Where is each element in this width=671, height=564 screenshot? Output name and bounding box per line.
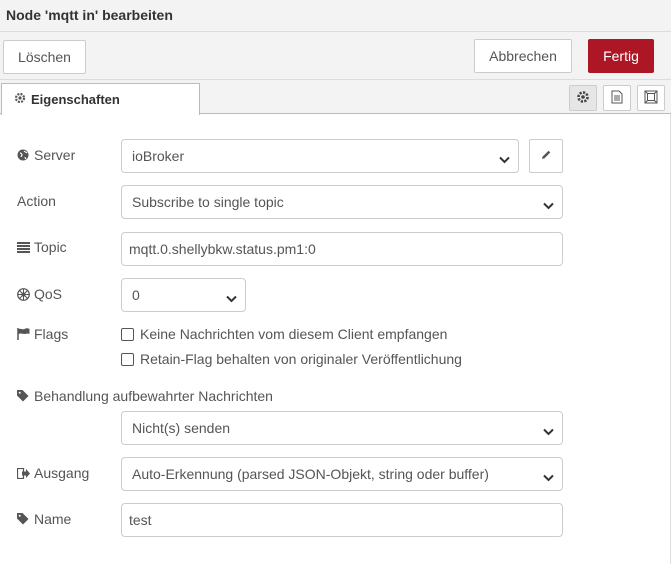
retain-handling-label: Behandlung aufbewahrter Nachrichten <box>17 388 273 404</box>
chevron-down-icon <box>226 290 237 306</box>
tab-description-button[interactable] <box>603 85 631 111</box>
server-select[interactable]: ioBroker <box>121 139 519 173</box>
retain-as-published-option[interactable]: Retain-Flag behalten von originaler Verö… <box>121 351 462 367</box>
sign-out-icon <box>17 467 31 479</box>
name-input[interactable]: test <box>121 503 563 537</box>
gear-icon <box>576 90 590 107</box>
qos-label: QoS <box>17 286 62 302</box>
appearance-icon <box>644 90 658 107</box>
no-local-checkbox[interactable] <box>121 327 134 341</box>
chevron-down-icon <box>543 469 554 485</box>
done-button[interactable]: Fertig <box>588 39 654 73</box>
chevron-down-icon <box>543 197 554 213</box>
empire-icon <box>17 287 31 301</box>
tab-settings-button[interactable] <box>569 85 597 111</box>
tab-appearance-button[interactable] <box>637 85 665 111</box>
qos-select[interactable]: 0 <box>121 278 246 312</box>
output-select[interactable]: Auto-Erkennung (parsed JSON-Objekt, stri… <box>121 457 563 491</box>
pencil-icon <box>540 148 552 164</box>
name-label: Name <box>17 511 71 527</box>
retain-handling-select[interactable]: Nicht(s) senden <box>121 411 563 445</box>
action-select[interactable]: Subscribe to single topic <box>121 185 563 219</box>
server-label: Server <box>17 147 75 163</box>
dialog-toolbar: Löschen Abbrechen Fertig <box>0 32 671 80</box>
flag-icon <box>17 328 31 340</box>
tab-properties-label: Eigenschaften <box>31 92 120 107</box>
chevron-down-icon <box>543 423 554 439</box>
no-local-option[interactable]: Keine Nachrichten vom diesem Client empf… <box>121 326 447 342</box>
topic-label: Topic <box>17 239 67 255</box>
tab-properties[interactable]: Eigenschaften <box>1 83 200 115</box>
retain-as-published-checkbox[interactable] <box>121 352 134 366</box>
edit-server-button[interactable] <box>529 139 563 173</box>
topic-input[interactable]: mqtt.0.shellybkw.status.pm1:0 <box>121 232 563 266</box>
cancel-button[interactable]: Abbrechen <box>474 39 572 73</box>
tasks-icon <box>17 241 31 253</box>
description-icon <box>611 90 623 107</box>
chevron-down-icon <box>499 151 510 167</box>
tag-icon <box>17 513 31 525</box>
dialog-header: Node 'mqtt in' bearbeiten <box>0 0 671 32</box>
flags-label: Flags <box>17 326 68 342</box>
dialog-title: Node 'mqtt in' bearbeiten <box>6 7 173 23</box>
action-label: Action <box>17 193 56 209</box>
output-label: Ausgang <box>17 465 89 481</box>
delete-button[interactable]: Löschen <box>3 40 86 74</box>
gear-icon <box>14 92 26 107</box>
globe-icon <box>17 149 31 161</box>
properties-form: Server ioBroker Action Subscribe to sing… <box>0 115 671 564</box>
tag-icon <box>17 390 31 402</box>
tab-bar: Eigenschaften <box>0 80 671 115</box>
